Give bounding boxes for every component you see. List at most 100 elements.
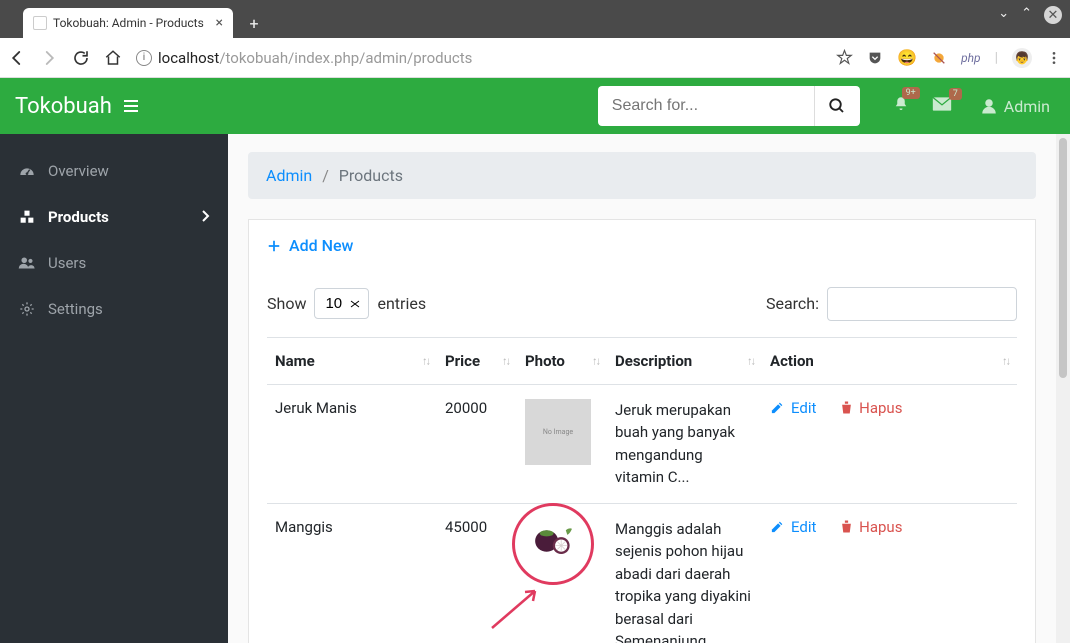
delete-button[interactable]: Hapus bbox=[840, 399, 902, 417]
breadcrumb-root[interactable]: Admin bbox=[266, 166, 312, 185]
pocket-icon[interactable] bbox=[867, 50, 883, 66]
notif-badge: 9+ bbox=[902, 87, 920, 99]
add-new-label: Add New bbox=[289, 236, 353, 255]
nav-back-icon[interactable] bbox=[8, 49, 26, 67]
search-input[interactable] bbox=[598, 86, 814, 126]
cell-name: Jeruk Manis bbox=[267, 384, 437, 503]
vertical-scrollbar[interactable] bbox=[1056, 134, 1070, 643]
sort-icon: ↑↓ bbox=[747, 354, 754, 367]
table-search-input[interactable] bbox=[827, 287, 1017, 321]
search-button[interactable] bbox=[814, 86, 860, 126]
url-host: localhost bbox=[158, 49, 219, 67]
cell-price: 45000 bbox=[437, 503, 517, 643]
tab-favicon bbox=[33, 16, 47, 30]
breadcrumb-separator: / bbox=[322, 166, 329, 185]
home-icon[interactable] bbox=[104, 49, 122, 67]
url-field[interactable]: i localhost/tokobuah/index.php/admin/pro… bbox=[136, 49, 822, 67]
boxes-icon bbox=[18, 210, 36, 224]
emoji-icon[interactable]: 😄 bbox=[897, 48, 917, 67]
close-tab-icon[interactable]: × bbox=[216, 15, 223, 31]
breadcrumb-current: Products bbox=[339, 166, 403, 185]
cell-action: Edit Hapus bbox=[762, 503, 1017, 643]
new-tab-button[interactable]: + bbox=[241, 10, 267, 36]
sort-icon: ↑↓ bbox=[502, 354, 509, 367]
brand-title: Tokobuah bbox=[15, 94, 112, 119]
chevron-right-icon bbox=[202, 208, 210, 226]
products-table: Name↑↓ Price↑↓ Photo↑↓ Description↑↓ Act… bbox=[267, 337, 1017, 643]
tab-title: Tokobuah: Admin - Products bbox=[53, 16, 204, 30]
sidebar: Overview Products Users Settings bbox=[0, 134, 228, 643]
entries-label: entries bbox=[377, 294, 426, 313]
edit-icon bbox=[770, 519, 785, 534]
products-card: Add New Show 10 entries Search: bbox=[248, 219, 1036, 643]
sidebar-item-label: Settings bbox=[48, 300, 103, 318]
add-new-button[interactable]: Add New bbox=[267, 236, 353, 255]
nav-forward-icon[interactable] bbox=[40, 49, 58, 67]
no-image-placeholder: No Image bbox=[525, 399, 591, 465]
trash-icon bbox=[840, 519, 853, 534]
sort-icon: ↑↓ bbox=[422, 354, 429, 367]
col-price[interactable]: Price↑↓ bbox=[437, 337, 517, 384]
delete-button[interactable]: Hapus bbox=[840, 518, 902, 536]
table-row: Jeruk Manis 20000 No Image Jeruk merupak… bbox=[267, 384, 1017, 503]
users-icon bbox=[18, 256, 36, 270]
main-content: Admin / Products Add New Show 10 entries… bbox=[228, 134, 1056, 643]
table-search-label: Search: bbox=[766, 294, 819, 313]
sidebar-item-products[interactable]: Products bbox=[0, 194, 228, 240]
cell-price: 20000 bbox=[437, 384, 517, 503]
php-badge: php bbox=[961, 51, 981, 65]
sidebar-item-overview[interactable]: Overview bbox=[0, 148, 228, 194]
site-info-icon[interactable]: i bbox=[136, 50, 152, 66]
user-label: Admin bbox=[1004, 97, 1050, 116]
hamburger-icon[interactable] bbox=[124, 100, 138, 112]
user-icon bbox=[980, 97, 998, 115]
trash-icon bbox=[840, 400, 853, 415]
reload-icon[interactable] bbox=[72, 49, 90, 67]
brand[interactable]: Tokobuah bbox=[15, 94, 138, 119]
gear-icon bbox=[18, 301, 36, 317]
profile-avatar[interactable]: 👦 bbox=[1012, 48, 1032, 68]
sidebar-item-label: Products bbox=[48, 208, 109, 226]
window-minimize-icon[interactable]: ⌄ bbox=[998, 6, 1009, 24]
window-maximize-icon[interactable]: ⌃ bbox=[1021, 6, 1032, 24]
cell-description: Manggis adalah sejenis pohon hijau abadi… bbox=[607, 503, 762, 643]
col-photo[interactable]: Photo↑↓ bbox=[517, 337, 607, 384]
browser-tab[interactable]: Tokobuah: Admin - Products × bbox=[23, 8, 233, 38]
page-length-select[interactable]: 10 bbox=[314, 288, 369, 319]
dot-icon[interactable] bbox=[931, 50, 947, 66]
browser-tab-strip: Tokobuah: Admin - Products × + ⌄ ⌃ ✕ bbox=[0, 0, 1070, 38]
sort-icon: ↑↓ bbox=[592, 354, 599, 367]
address-bar: i localhost/tokobuah/index.php/admin/pro… bbox=[0, 38, 1070, 78]
sidebar-item-label: Users bbox=[48, 254, 86, 272]
col-description[interactable]: Description↑↓ bbox=[607, 337, 762, 384]
star-icon[interactable] bbox=[836, 49, 853, 66]
dashboard-icon bbox=[18, 164, 36, 178]
show-label: Show bbox=[267, 294, 306, 313]
kebab-menu-icon[interactable] bbox=[1046, 50, 1062, 66]
sidebar-item-label: Overview bbox=[48, 162, 109, 180]
plus-icon bbox=[267, 239, 281, 253]
table-row: Manggis 45000 bbox=[267, 503, 1017, 643]
user-menu[interactable]: Admin bbox=[980, 97, 1050, 116]
sidebar-item-settings[interactable]: Settings bbox=[0, 286, 228, 332]
scrollbar-thumb[interactable] bbox=[1059, 138, 1067, 378]
edit-button[interactable]: Edit bbox=[770, 399, 816, 417]
cell-photo: No Image bbox=[517, 384, 607, 503]
col-action[interactable]: Action↑↓ bbox=[762, 337, 1017, 384]
edit-icon bbox=[770, 400, 785, 415]
app-header: Tokobuah 9+ 7 Admin bbox=[0, 78, 1070, 134]
edit-button[interactable]: Edit bbox=[770, 518, 816, 536]
search-icon bbox=[828, 97, 846, 115]
cell-description: Jeruk merupakan buah yang banyak mengand… bbox=[607, 384, 762, 503]
mail-badge: 7 bbox=[949, 88, 962, 100]
cell-photo bbox=[517, 503, 607, 643]
window-close-icon[interactable]: ✕ bbox=[1044, 6, 1062, 24]
col-name[interactable]: Name↑↓ bbox=[267, 337, 437, 384]
url-path: /tokobuah/index.php/admin/products bbox=[219, 49, 472, 67]
product-thumbnail bbox=[525, 518, 579, 564]
breadcrumb: Admin / Products bbox=[248, 152, 1036, 199]
cell-action: Edit Hapus bbox=[762, 384, 1017, 503]
sidebar-item-users[interactable]: Users bbox=[0, 240, 228, 286]
messages-button[interactable]: 7 bbox=[932, 96, 952, 116]
notifications-button[interactable]: 9+ bbox=[892, 95, 910, 117]
